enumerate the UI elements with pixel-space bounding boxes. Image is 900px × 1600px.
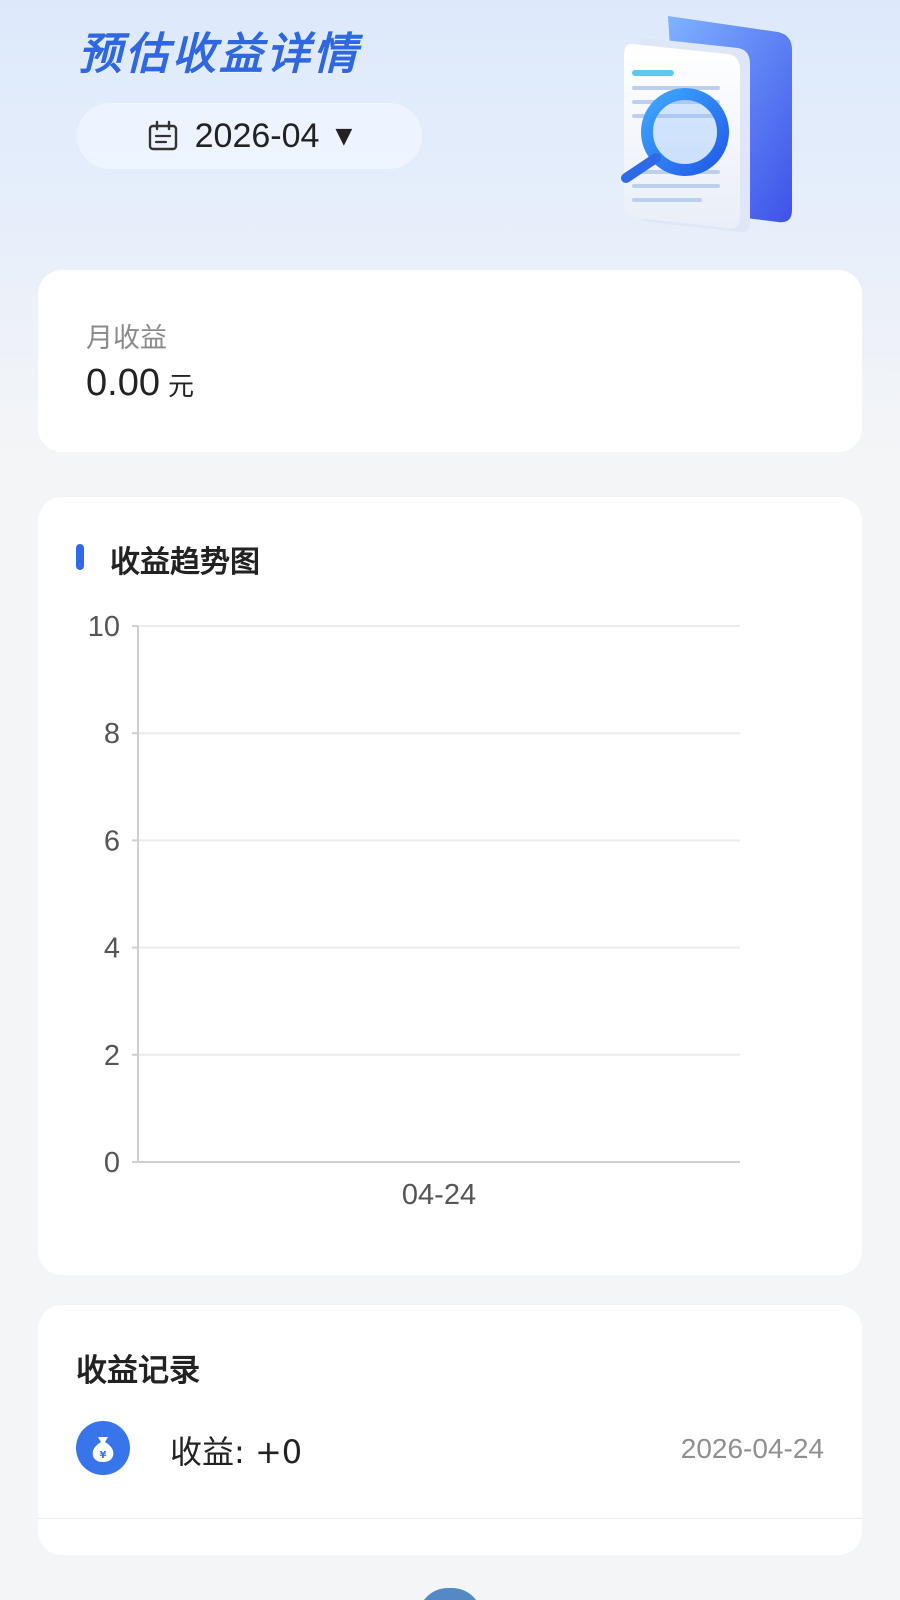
trend-chart-card: 收益趋势图 0 2 4 6 8 10 04-24 bbox=[38, 497, 862, 1275]
document-search-illustration bbox=[610, 10, 815, 235]
trend-chart: 0 2 4 6 8 10 04-24 bbox=[88, 611, 740, 1211]
monthly-earnings-card: 月收益 0.00 元 bbox=[38, 270, 862, 452]
calendar-icon bbox=[147, 119, 181, 153]
y-tick-label: 4 bbox=[104, 933, 120, 965]
earnings-records-card: 收益记录 ¥ 收益: +0 2026-04-24 bbox=[38, 1305, 862, 1555]
divider bbox=[38, 1518, 862, 1519]
record-row[interactable]: ¥ 收益: +0 2026-04-24 bbox=[38, 1415, 862, 1515]
records-title: 收益记录 bbox=[76, 1353, 200, 1389]
summary-label: 月收益 bbox=[86, 323, 167, 354]
month-value: 2026-04 bbox=[194, 116, 320, 155]
chevron-down-icon: ▼ bbox=[335, 123, 353, 149]
x-tick-label: 04-24 bbox=[402, 1179, 476, 1211]
summary-value: 0.00 元 bbox=[86, 362, 194, 405]
month-picker[interactable]: 2026-04 ▼ bbox=[77, 103, 422, 169]
money-bag-icon: ¥ bbox=[76, 1421, 130, 1475]
y-tick-label: 8 bbox=[104, 718, 120, 750]
y-tick-label: 0 bbox=[104, 1147, 120, 1179]
y-tick-label: 6 bbox=[104, 825, 120, 857]
floating-button[interactable] bbox=[418, 1588, 482, 1600]
summary-amount: 0.00 bbox=[86, 362, 160, 404]
svg-text:¥: ¥ bbox=[100, 1450, 107, 1461]
summary-unit: 元 bbox=[167, 372, 194, 402]
record-label: 收益: +0 bbox=[170, 1433, 303, 1471]
page-title: 预估收益详情 bbox=[78, 29, 360, 80]
y-tick-label: 2 bbox=[104, 1040, 120, 1072]
record-date: 2026-04-24 bbox=[680, 1433, 824, 1464]
y-tick-label: 10 bbox=[88, 611, 120, 643]
